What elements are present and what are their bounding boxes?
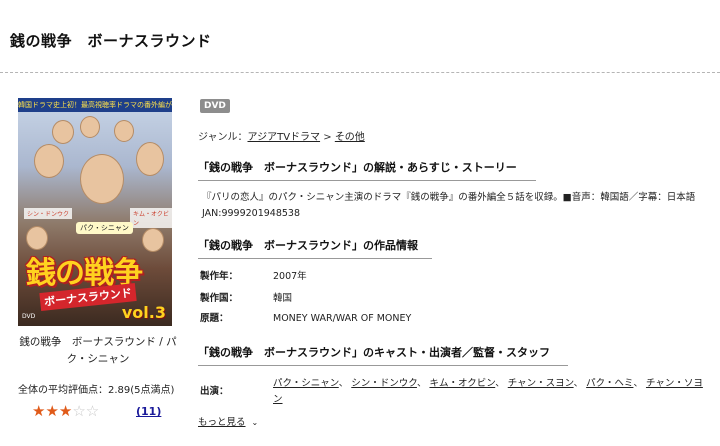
- cover-cast-tag: シン・ドンウク: [24, 208, 73, 219]
- info-value: 韓国: [273, 293, 293, 304]
- cover-lead-tag: パク・シニャン: [76, 222, 133, 234]
- cast-heading: 「銭の戦争 ボーナスラウンド」のキャスト・出演者／監督・スタッフ: [198, 344, 568, 366]
- info-key: 製作年：: [200, 271, 239, 282]
- synopsis-heading: 「銭の戦争 ボーナスラウンド」の解説・あらすじ・ストーリー: [198, 159, 536, 181]
- page-title: 銭の戦争 ボーナスラウンド: [10, 32, 212, 50]
- cover-face: [114, 120, 134, 142]
- cover-face: [26, 226, 48, 250]
- star-filled-icon: ★★★: [32, 402, 73, 420]
- info-row-year: 製作年： 2007年: [200, 268, 307, 282]
- cover-face: [52, 120, 74, 144]
- cover-face: [80, 154, 124, 204]
- cover-volume: vol.3: [121, 303, 166, 322]
- chevron-down-icon: ⌄: [251, 418, 259, 427]
- info-row-country: 製作国： 韓国: [200, 290, 292, 304]
- header-divider: [0, 72, 720, 73]
- cover-cast-tag: キム・オクビン: [130, 208, 172, 228]
- average-rating-label: 全体の平均評価点：2.89(5点満点): [18, 385, 175, 396]
- cover-dvd-mark: DVD: [22, 313, 36, 320]
- cast-list: パク・シニャン、 シン・ドンウク、 キム・オクビン、 チャン・スヨン、 パク・ヘ…: [273, 378, 703, 405]
- show-more-label: もっと見る: [198, 417, 246, 428]
- synopsis-text: 『パリの恋人』のパク・シニャン主演のドラマ『銭の戦争』の番外編全５話を収録。■音…: [202, 192, 696, 219]
- cover-title-art: 銭の戦争: [26, 256, 143, 291]
- info-row-original-title: 原題： MONEY WAR/WAR OF MONEY: [200, 310, 411, 324]
- info-key: 製作国：: [200, 293, 239, 304]
- genre-link-other[interactable]: その他: [335, 132, 365, 143]
- info-key: 原題：: [200, 313, 229, 324]
- format-badge: DVD: [200, 99, 230, 113]
- cast-link[interactable]: パク・ヘミ: [586, 378, 633, 389]
- genre-label: ジャンル：: [198, 132, 248, 143]
- breadcrumb-separator: >: [320, 132, 335, 143]
- star-empty-icon: ☆☆: [72, 402, 100, 420]
- rating-stars: ★★★☆☆: [32, 402, 99, 420]
- cast-link[interactable]: チャン・スヨン: [508, 378, 574, 389]
- cover-banner: 韓国ドラマ史上初！最高視聴率ドラマの番外編が登場！: [18, 98, 172, 112]
- show-more-link[interactable]: もっと見る ⌄: [198, 414, 258, 428]
- dvd-cover-image[interactable]: 韓国ドラマ史上初！最高視聴率ドラマの番外編が登場！ シン・ドンウク キム・オクビ…: [18, 98, 172, 326]
- genre-link-asia-tv-drama[interactable]: アジアTVドラマ: [248, 132, 321, 143]
- cast-link[interactable]: シン・ドンウク: [351, 378, 417, 389]
- cover-face: [136, 142, 164, 176]
- cast-link[interactable]: パク・シニャン: [273, 378, 339, 389]
- cover-face: [80, 116, 100, 138]
- info-value: 2007年: [273, 271, 307, 282]
- genre-breadcrumb: ジャンル：アジアTVドラマ > その他: [198, 128, 365, 143]
- review-count-link[interactable]: (11): [136, 405, 161, 418]
- work-info-heading: 「銭の戦争 ボーナスラウンド」の作品情報: [198, 237, 432, 259]
- info-value: MONEY WAR/WAR OF MONEY: [273, 313, 412, 324]
- cast-label: 出演：: [200, 386, 229, 397]
- cover-face: [34, 144, 64, 178]
- cast-link[interactable]: キム・オクビン: [429, 378, 495, 389]
- cover-caption: 銭の戦争 ボーナスラウンド / パク・シニャン: [19, 336, 177, 365]
